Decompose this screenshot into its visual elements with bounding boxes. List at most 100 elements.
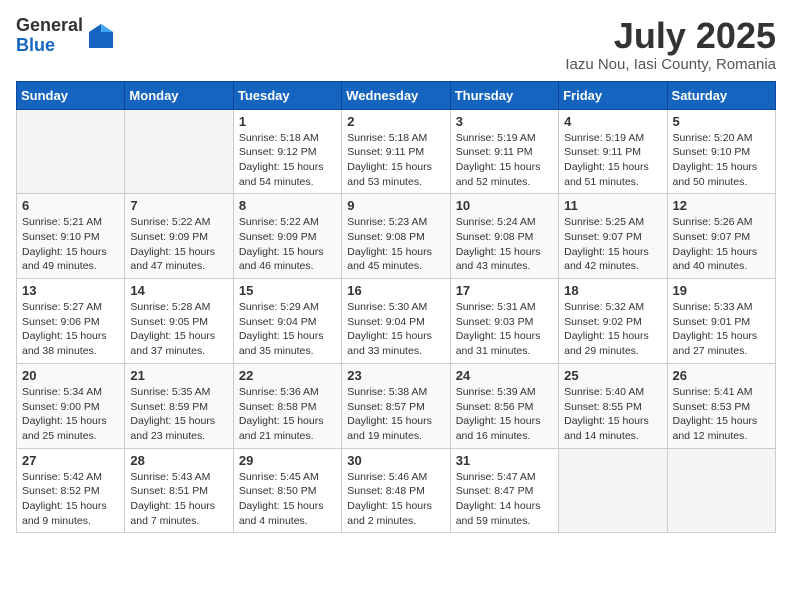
day-number: 1 [239,114,336,129]
calendar-week-5: 27Sunrise: 5:42 AM Sunset: 8:52 PM Dayli… [17,448,776,533]
weekday-header-monday: Monday [125,81,233,109]
day-number: 30 [347,453,444,468]
day-number: 31 [456,453,553,468]
weekday-header-wednesday: Wednesday [342,81,450,109]
day-info: Sunrise: 5:26 AM Sunset: 9:07 PM Dayligh… [673,215,770,274]
day-number: 22 [239,368,336,383]
day-number: 8 [239,198,336,213]
weekday-header-saturday: Saturday [667,81,775,109]
calendar-cell: 10 Sunrise: 5:24 AM Sunset: 9:08 PM Dayli… [450,194,558,279]
day-number: 5 [673,114,770,129]
day-info: Sunrise: 5:35 AM Sunset: 8:59 PM Dayligh… [130,385,227,444]
day-number: 24 [456,368,553,383]
calendar-cell: 17Sunrise: 5:31 AM Sunset: 9:03 PM Dayli… [450,279,558,364]
day-info: Sunrise: 5:28 AM Sunset: 9:05 PM Dayligh… [130,300,227,359]
calendar-cell: 3 Sunrise: 5:19 AM Sunset: 9:11 PM Daylig… [450,109,558,194]
day-info: Sunrise: 5:36 AM Sunset: 8:58 PM Dayligh… [239,385,336,444]
day-info: Sunrise: 5:43 AM Sunset: 8:51 PM Dayligh… [130,470,227,529]
calendar-cell: 30 Sunrise: 5:46 AM Sunset: 8:48 PM Dayli… [342,448,450,533]
day-info: Sunrise: 5:38 AM Sunset: 8:57 PM Dayligh… [347,385,444,444]
day-number: 3 [456,114,553,129]
calendar-week-3: 13 Sunrise: 5:27 AM Sunset: 9:06 PM Dayli… [17,279,776,364]
day-number: 16 [347,283,444,298]
calendar-cell [667,448,775,533]
day-info: Sunrise: 5:18 AM Sunset: 9:12 PM Dayligh… [239,131,336,190]
day-number: 26 [673,368,770,383]
day-number: 7 [130,198,227,213]
calendar-cell: 11 Sunrise: 5:25 AM Sunset: 9:07 PM Dayli… [559,194,667,279]
logo-blue: Blue [16,36,83,56]
day-info: Sunrise: 5:19 AM Sunset: 9:11 PM Dayligh… [564,131,661,190]
calendar-cell [125,109,233,194]
day-number: 13 [22,283,119,298]
weekday-header-tuesday: Tuesday [233,81,341,109]
day-number: 4 [564,114,661,129]
day-info: Sunrise: 5:27 AM Sunset: 9:06 PM Dayligh… [22,300,119,359]
day-info: Sunrise: 5:21 AM Sunset: 9:10 PM Dayligh… [22,215,119,274]
calendar-cell: 29 Sunrise: 5:45 AM Sunset: 8:50 PM Dayli… [233,448,341,533]
day-number: 28 [130,453,227,468]
location-subtitle: Iazu Nou, Iasi County, Romania [565,56,776,73]
day-info: Sunrise: 5:20 AM Sunset: 9:10 PM Dayligh… [673,131,770,190]
weekday-header-row: SundayMondayTuesdayWednesdayThursdayFrid… [17,81,776,109]
title-block: July 2025 Iazu Nou, Iasi County, Romania [565,16,776,73]
calendar-cell: 18Sunrise: 5:32 AM Sunset: 9:02 PM Dayli… [559,279,667,364]
calendar-cell [559,448,667,533]
logo-icon [87,22,115,50]
calendar-week-4: 20Sunrise: 5:34 AM Sunset: 9:00 PM Dayli… [17,363,776,448]
day-number: 14 [130,283,227,298]
calendar-cell: 1 Sunrise: 5:18 AM Sunset: 9:12 PM Daylig… [233,109,341,194]
calendar-cell: 4 Sunrise: 5:19 AM Sunset: 9:11 PM Daylig… [559,109,667,194]
day-info: Sunrise: 5:22 AM Sunset: 9:09 PM Dayligh… [239,215,336,274]
day-info: Sunrise: 5:39 AM Sunset: 8:56 PM Dayligh… [456,385,553,444]
day-info: Sunrise: 5:47 AM Sunset: 8:47 PM Dayligh… [456,470,553,529]
calendar-cell [17,109,125,194]
weekday-header-thursday: Thursday [450,81,558,109]
calendar-cell: 24 Sunrise: 5:39 AM Sunset: 8:56 PM Dayli… [450,363,558,448]
calendar-cell: 2Sunrise: 5:18 AM Sunset: 9:11 PM Daylig… [342,109,450,194]
day-info: Sunrise: 5:46 AM Sunset: 8:48 PM Dayligh… [347,470,444,529]
day-info: Sunrise: 5:18 AM Sunset: 9:11 PM Dayligh… [347,131,444,190]
day-number: 10 [456,198,553,213]
calendar-cell: 23 Sunrise: 5:38 AM Sunset: 8:57 PM Dayli… [342,363,450,448]
day-number: 12 [673,198,770,213]
day-info: Sunrise: 5:41 AM Sunset: 8:53 PM Dayligh… [673,385,770,444]
day-number: 23 [347,368,444,383]
calendar-cell: 22 Sunrise: 5:36 AM Sunset: 8:58 PM Dayli… [233,363,341,448]
day-number: 9 [347,198,444,213]
day-info: Sunrise: 5:24 AM Sunset: 9:08 PM Dayligh… [456,215,553,274]
day-number: 20 [22,368,119,383]
day-info: Sunrise: 5:25 AM Sunset: 9:07 PM Dayligh… [564,215,661,274]
day-info: Sunrise: 5:45 AM Sunset: 8:50 PM Dayligh… [239,470,336,529]
weekday-header-friday: Friday [559,81,667,109]
calendar-cell: 15Sunrise: 5:29 AM Sunset: 9:04 PM Dayli… [233,279,341,364]
day-number: 21 [130,368,227,383]
calendar-cell: 12 Sunrise: 5:26 AM Sunset: 9:07 PM Dayli… [667,194,775,279]
calendar-cell: 26 Sunrise: 5:41 AM Sunset: 8:53 PM Dayli… [667,363,775,448]
calendar-cell: 16 Sunrise: 5:30 AM Sunset: 9:04 PM Dayli… [342,279,450,364]
day-info: Sunrise: 5:40 AM Sunset: 8:55 PM Dayligh… [564,385,661,444]
calendar-cell: 13 Sunrise: 5:27 AM Sunset: 9:06 PM Dayli… [17,279,125,364]
day-info: Sunrise: 5:19 AM Sunset: 9:11 PM Dayligh… [456,131,553,190]
calendar-week-2: 6Sunrise: 5:21 AM Sunset: 9:10 PM Daylig… [17,194,776,279]
calendar-cell: 20Sunrise: 5:34 AM Sunset: 9:00 PM Dayli… [17,363,125,448]
day-number: 29 [239,453,336,468]
calendar-cell: 9Sunrise: 5:23 AM Sunset: 9:08 PM Daylig… [342,194,450,279]
day-number: 11 [564,198,661,213]
day-number: 17 [456,283,553,298]
calendar-cell: 19 Sunrise: 5:33 AM Sunset: 9:01 PM Dayli… [667,279,775,364]
day-info: Sunrise: 5:30 AM Sunset: 9:04 PM Dayligh… [347,300,444,359]
day-number: 19 [673,283,770,298]
day-number: 15 [239,283,336,298]
calendar-cell: 7 Sunrise: 5:22 AM Sunset: 9:09 PM Daylig… [125,194,233,279]
day-info: Sunrise: 5:33 AM Sunset: 9:01 PM Dayligh… [673,300,770,359]
logo: General Blue [16,16,115,56]
calendar-cell: 6Sunrise: 5:21 AM Sunset: 9:10 PM Daylig… [17,194,125,279]
day-info: Sunrise: 5:22 AM Sunset: 9:09 PM Dayligh… [130,215,227,274]
logo-general: General [16,16,83,36]
calendar-cell: 28 Sunrise: 5:43 AM Sunset: 8:51 PM Dayli… [125,448,233,533]
day-number: 27 [22,453,119,468]
weekday-header-sunday: Sunday [17,81,125,109]
calendar-table: SundayMondayTuesdayWednesdayThursdayFrid… [16,81,776,534]
day-info: Sunrise: 5:32 AM Sunset: 9:02 PM Dayligh… [564,300,661,359]
